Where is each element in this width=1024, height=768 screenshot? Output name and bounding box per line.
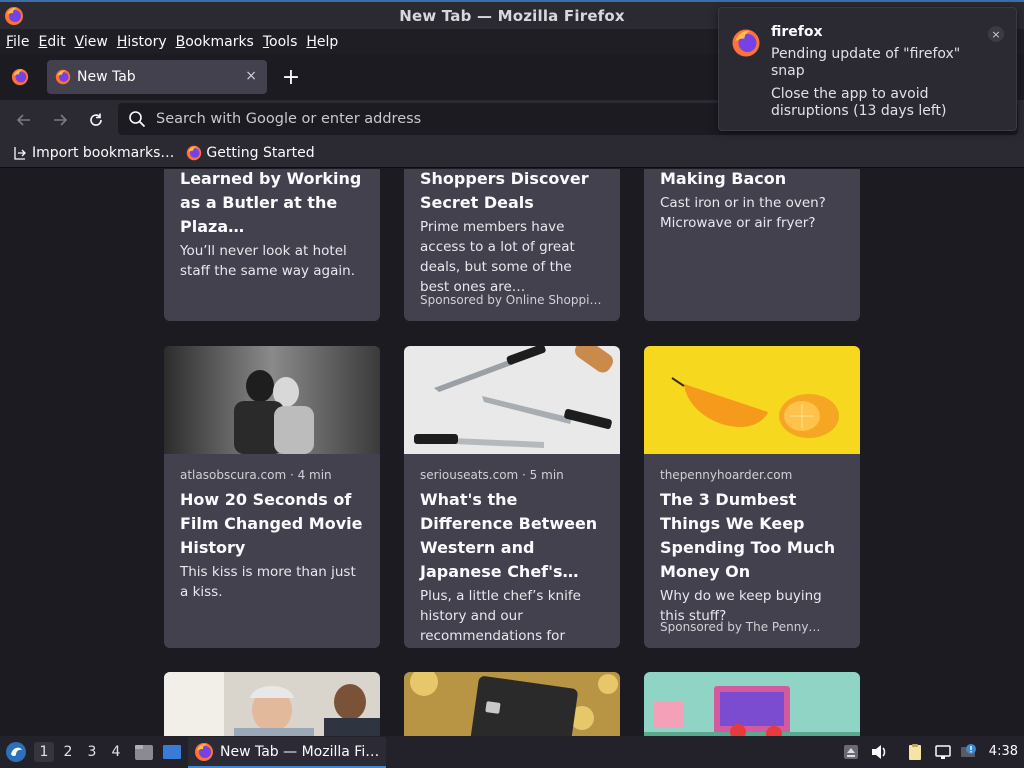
taskbar-firefox-window[interactable]: New Tab — Mozilla Fi… (188, 737, 386, 768)
notification-line: Close the app to avoid disruptions (13 d… (771, 86, 947, 119)
update-notification[interactable]: firefox Pending update of "firefox" snap… (718, 7, 1017, 131)
sliced-orange-image (644, 346, 860, 454)
story-headline: Shoppers Discover Secret Deals (420, 169, 589, 212)
bookmark-label: Import bookmarks… (32, 145, 175, 161)
notification-title: firefox (771, 24, 823, 40)
credit-card-image (404, 672, 620, 736)
taskbar: 1 2 3 4 New Tab — Mozilla Fi… 4:38 (0, 736, 1024, 768)
story-card[interactable]: seriouseats.com · 5 min What's the Diffe… (404, 346, 620, 648)
firefox-icon (11, 68, 29, 86)
story-excerpt: Plus, a little chef’s knife history and … (420, 588, 581, 644)
bookmark-getting-started[interactable]: Getting Started (186, 145, 315, 161)
window-title: New Tab — Mozilla Firefox (399, 6, 625, 25)
story-headline: How 20 Seconds of Film Changed Movie His… (180, 490, 363, 557)
firefox-icon (732, 29, 760, 57)
new-tab-content: Learned by Working as a Butler at the Pl… (0, 169, 1024, 736)
search-icon (129, 111, 146, 128)
menu-edit[interactable]: Edit (34, 34, 69, 50)
illustrated-desk-image (644, 672, 860, 736)
notification-body: Pending update of "firefox" snap Close t… (771, 46, 991, 126)
story-excerpt: This kiss is more than just a kiss. (180, 564, 356, 600)
menu-help[interactable]: Help (302, 34, 342, 50)
workspace-2[interactable]: 2 (58, 742, 78, 762)
story-card[interactable]: atlasobscura.com · 4 min How 20 Seconds … (164, 346, 380, 648)
new-tab-button[interactable]: + (278, 64, 304, 90)
menu-view[interactable]: View (71, 34, 112, 50)
task-label: New Tab — Mozilla Fi… (220, 743, 380, 760)
story-card[interactable]: Making Bacon Cast iron or in the oven? M… (644, 169, 860, 321)
story-card[interactable]: Shoppers Discover Secret Deals Prime mem… (404, 169, 620, 321)
tab-title: New Tab (77, 69, 136, 85)
bookmark-label: Getting Started (206, 145, 315, 161)
story-headline: The 3 Dumbest Things We Keep Spending To… (660, 490, 836, 581)
story-card[interactable]: Learned by Working as a Butler at the Pl… (164, 169, 380, 321)
menu-bookmarks[interactable]: Bookmarks (172, 34, 258, 50)
story-source: atlasobscura.com · 4 min (180, 468, 332, 482)
chef-knives-image (404, 346, 620, 454)
show-desktop-icon[interactable] (162, 742, 182, 762)
firefox-icon (195, 742, 213, 761)
bookmark-import[interactable]: Import bookmarks… (12, 145, 174, 161)
firefox-icon[interactable] (4, 6, 24, 26)
menu-file[interactable]: File (2, 34, 33, 50)
bookmarks-toolbar: Import bookmarks… Getting Started (0, 139, 1024, 168)
story-thumbnail (644, 346, 860, 454)
clipboard-icon[interactable] (906, 743, 924, 761)
network-icon[interactable] (934, 743, 952, 761)
arrow-left-icon (16, 114, 30, 126)
story-excerpt: Prime members have access to a lot of gr… (420, 219, 575, 295)
workspace-1[interactable]: 1 (34, 742, 54, 762)
story-excerpt: You’ll never look at hotel staff the sam… (180, 243, 355, 279)
update-notification-icon[interactable] (960, 743, 978, 761)
workspace-3[interactable]: 3 (82, 742, 102, 762)
story-source: seriouseats.com · 5 min (420, 468, 564, 482)
story-headline: What's the Difference Between Western an… (420, 490, 598, 581)
story-card[interactable] (644, 672, 860, 736)
workspace-4[interactable]: 4 (106, 742, 126, 762)
volume-icon[interactable] (870, 743, 888, 761)
import-icon (14, 147, 26, 160)
address-bar-placeholder: Search with Google or enter address (156, 111, 422, 127)
close-tab-icon[interactable]: × (245, 68, 257, 84)
notification-line: Pending update of "firefox" snap (771, 46, 961, 79)
reload-icon (90, 113, 102, 126)
story-card[interactable]: thepennyhoarder.com The 3 Dumbest Things… (644, 346, 860, 648)
upload-icon[interactable] (842, 743, 860, 761)
sponsor-label: Sponsored by Online Shoppi… (420, 293, 602, 307)
menu-tools[interactable]: Tools (259, 34, 302, 50)
office-people-image (164, 672, 380, 736)
story-source: thepennyhoarder.com (660, 468, 793, 482)
reload-button[interactable] (84, 108, 108, 132)
story-card[interactable] (164, 672, 380, 736)
forward-button[interactable] (48, 108, 72, 132)
firefox-view-button[interactable] (6, 64, 34, 90)
menu-history[interactable]: History (113, 34, 171, 50)
story-thumbnail (404, 346, 620, 454)
tab-new-tab[interactable]: New Tab × (47, 60, 267, 94)
story-card[interactable] (404, 672, 620, 736)
story-excerpt: Cast iron or in the oven? Microwave or a… (660, 195, 826, 231)
story-headline: Making Bacon (660, 169, 787, 188)
arrow-right-icon (54, 114, 68, 126)
sponsor-label: Sponsored by The Penny… (660, 620, 821, 634)
firefox-icon (55, 69, 71, 85)
close-notification-icon[interactable]: × (988, 26, 1004, 42)
firefox-icon (187, 145, 202, 161)
kiss-photo-image (164, 346, 380, 454)
story-thumbnail (164, 346, 380, 454)
story-headline: Learned by Working as a Butler at the Pl… (180, 169, 362, 236)
file-manager-icon[interactable] (134, 742, 154, 762)
clock[interactable]: 4:38 (989, 744, 1018, 759)
start-menu-icon[interactable] (5, 741, 27, 763)
back-button[interactable] (12, 108, 36, 132)
